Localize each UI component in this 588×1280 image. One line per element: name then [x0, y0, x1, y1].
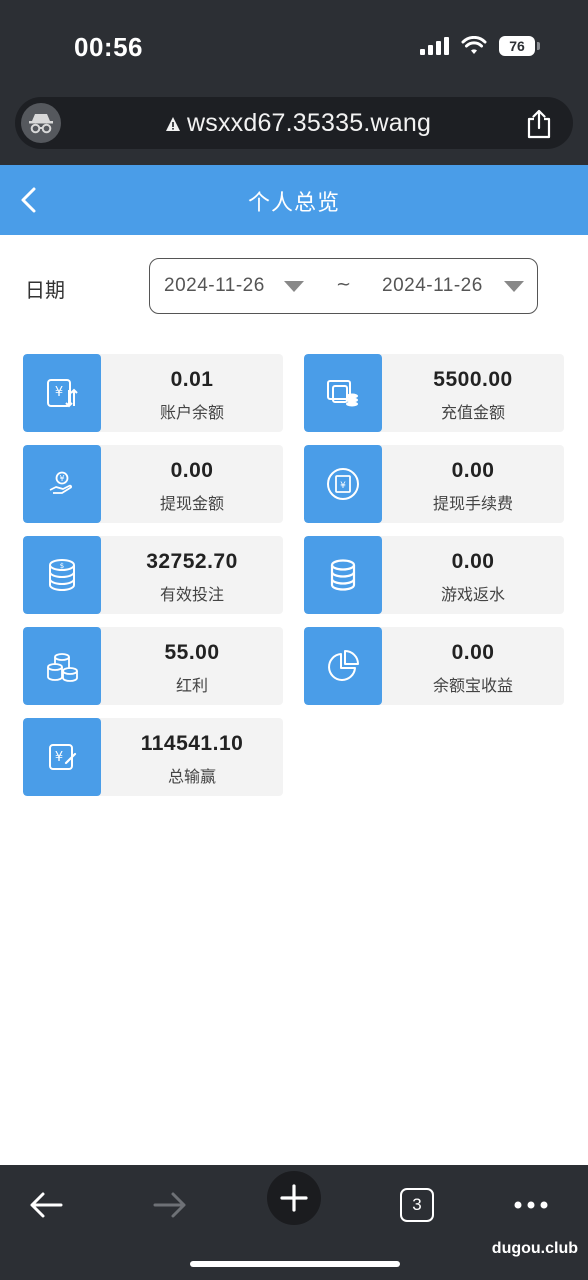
stat-value: 55.00	[164, 641, 220, 664]
stat-card-bonus: 55.00 红利	[23, 627, 283, 705]
pie-chart-icon	[304, 627, 382, 705]
stat-value: 0.00	[451, 641, 495, 664]
stat-value: 0.00	[170, 459, 214, 482]
stat-value: 0.01	[170, 368, 214, 391]
stat-label: 提现金额	[159, 494, 224, 513]
svg-text:¥: ¥	[55, 750, 63, 765]
battery-icon: 76	[499, 36, 540, 56]
svg-text:¥: ¥	[59, 474, 64, 483]
chevron-down-icon[interactable]	[284, 281, 304, 292]
stat-card-deposit: 5500.00 充值金额	[304, 354, 564, 432]
stat-label: 红利	[175, 676, 208, 695]
share-icon[interactable]	[525, 109, 553, 139]
stat-label: 余额宝收益	[432, 676, 513, 695]
new-tab-button[interactable]	[267, 1171, 321, 1225]
svg-text:¥: ¥	[340, 481, 346, 491]
stat-card-total-win-loss: ¥ 114541.10 总输赢	[23, 718, 283, 796]
database-stack-icon	[304, 536, 382, 614]
page-header: 个人总览	[0, 165, 588, 235]
stat-card-valid-bets: $ 32752.70 有效投注	[23, 536, 283, 614]
date-separator: ~	[336, 274, 352, 295]
stat-card-account-balance: ¥ 0.01 账户余额	[23, 354, 283, 432]
browser-top-chrome: 00:56 76 wsxxd67.35335.wang	[0, 0, 588, 165]
tabs-button[interactable]: 3	[391, 1179, 443, 1231]
incognito-icon[interactable]	[21, 103, 61, 143]
tab-count: 3	[400, 1188, 434, 1222]
stat-label: 充值金额	[440, 403, 505, 422]
status-time: 00:56	[74, 32, 143, 62]
stat-card-yuebao-earnings: 0.00 余额宝收益	[304, 627, 564, 705]
wifi-icon	[461, 36, 487, 54]
stat-card-game-rebate: 0.00 游戏返水	[304, 536, 564, 614]
end-date[interactable]: 2024-11-26	[382, 275, 483, 297]
yuan-transfer-icon: ¥	[23, 354, 101, 432]
fee-receipt-icon: ¥	[304, 445, 382, 523]
page-title: 个人总览	[247, 191, 340, 216]
date-range-picker[interactable]: 2024-11-26 ~ 2024-11-26	[149, 258, 538, 314]
stat-card-withdraw: ¥ 0.00 提现金额	[23, 445, 283, 523]
withdraw-hand-icon: ¥	[23, 445, 101, 523]
stat-label: 提现手续费	[432, 494, 513, 513]
stat-card-withdraw-fee: ¥ 0.00 提现手续费	[304, 445, 564, 523]
home-indicator[interactable]	[190, 1261, 400, 1267]
plus-icon	[280, 1184, 308, 1212]
battery-level: 76	[499, 36, 535, 56]
url-text[interactable]: wsxxd67.35335.wang	[187, 109, 431, 138]
coin-stack-icon: $	[23, 536, 101, 614]
more-dots-icon	[514, 1201, 548, 1209]
stat-label: 总输赢	[167, 767, 216, 786]
start-date[interactable]: 2024-11-26	[164, 275, 265, 297]
date-label: 日期	[25, 278, 65, 302]
svg-text:¥: ¥	[55, 385, 63, 400]
stat-value: 0.00	[451, 459, 495, 482]
signal-icon	[420, 37, 449, 55]
chevron-down-icon[interactable]	[504, 281, 524, 292]
stat-value: 0.00	[451, 550, 495, 573]
stat-label: 有效投注	[159, 585, 224, 604]
arrow-left-icon	[30, 1192, 63, 1218]
warning-icon	[166, 116, 180, 131]
coins-icon	[23, 627, 101, 705]
browser-back-button[interactable]	[20, 1179, 72, 1231]
arrow-right-icon	[153, 1192, 186, 1218]
address-bar[interactable]: wsxxd67.35335.wang	[15, 97, 573, 149]
more-menu-button[interactable]	[505, 1179, 557, 1231]
stat-value: 114541.10	[140, 732, 244, 755]
browser-forward-button[interactable]	[144, 1179, 196, 1231]
stat-label: 游戏返水	[440, 585, 505, 604]
svg-text:$: $	[60, 562, 64, 570]
stat-label: 账户余额	[159, 403, 224, 422]
stat-value: 5500.00	[433, 368, 513, 391]
deposit-icon	[304, 354, 382, 432]
watermark: dugou.club	[491, 1240, 578, 1257]
status-indicators: 76	[420, 36, 540, 56]
yuan-edit-icon: ¥	[23, 718, 101, 796]
stat-value: 32752.70	[146, 550, 238, 573]
